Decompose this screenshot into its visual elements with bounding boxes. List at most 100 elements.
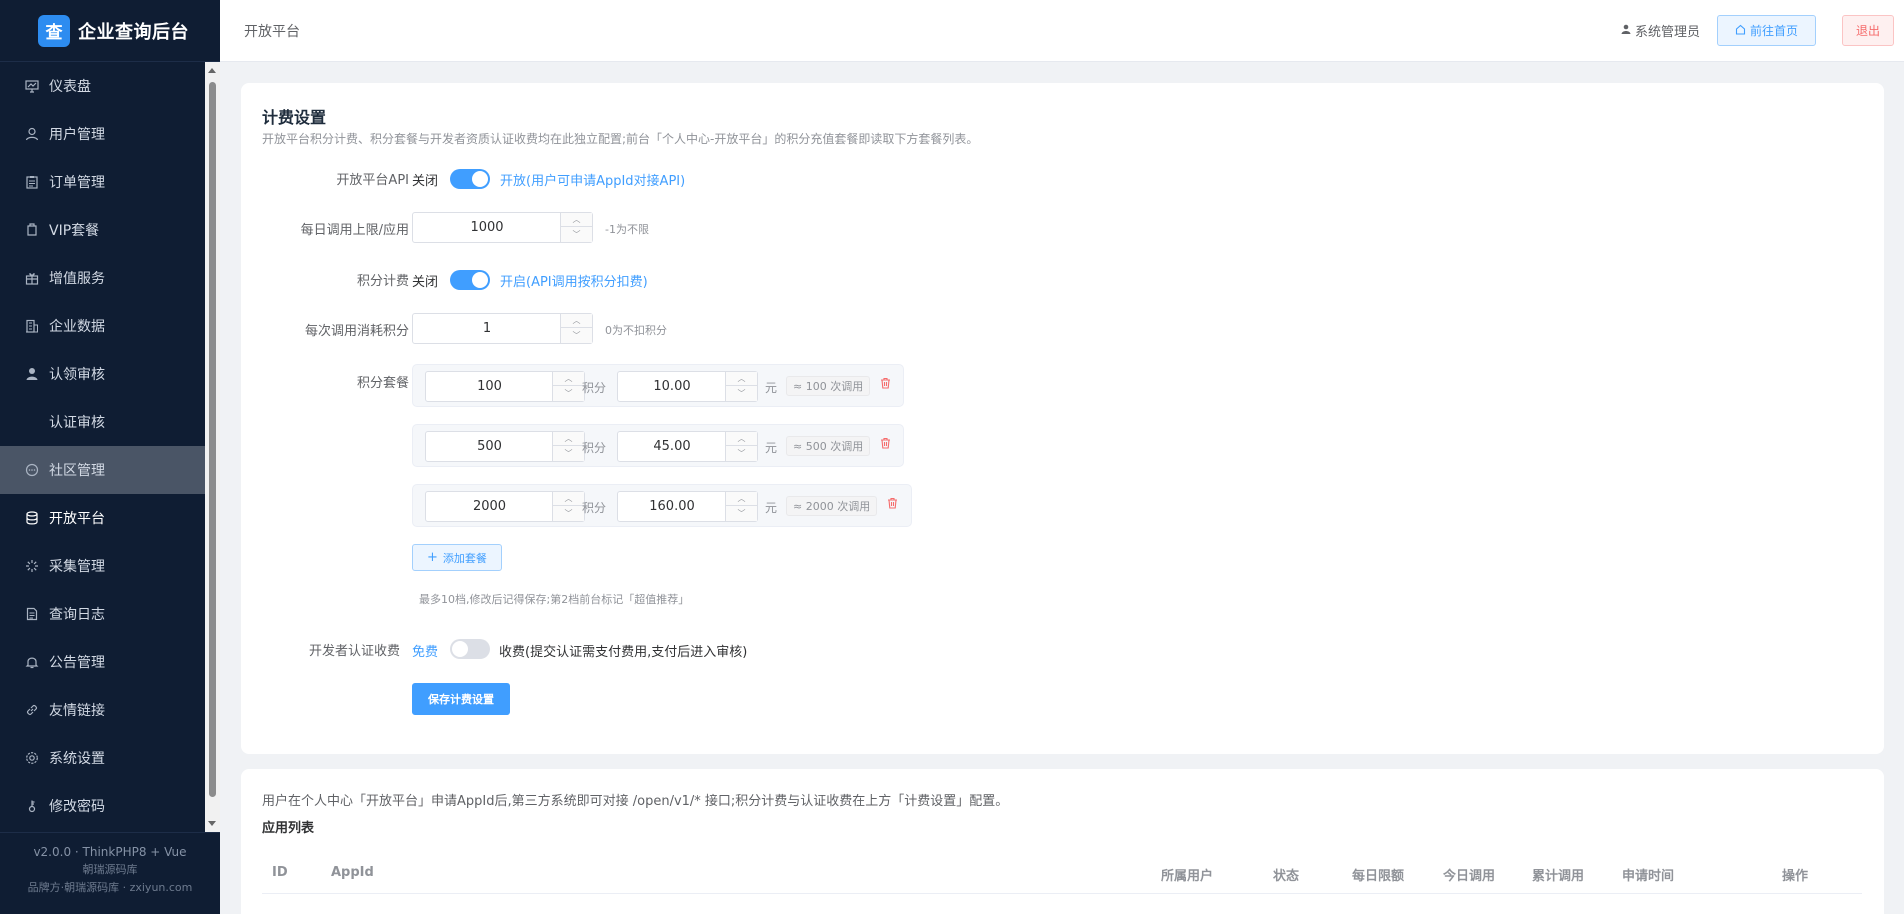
package-price-input[interactable]: 45.00 ︿ ﹀ xyxy=(617,431,758,462)
sidebar-item-label: 认证审核 xyxy=(49,415,105,431)
brand-title: 企业查询后台 xyxy=(78,21,189,43)
package-points-input[interactable]: 2000 ︿ ﹀ xyxy=(425,491,585,522)
column-header-id[interactable]: ID xyxy=(272,865,288,880)
dev-cert-switch[interactable] xyxy=(450,639,490,659)
switch-knob xyxy=(472,171,488,187)
sidebar-item-cert-review[interactable]: 认证审核 xyxy=(0,398,205,446)
brand-logo: 查 xyxy=(38,14,70,47)
increment-icon[interactable]: ︿ xyxy=(726,432,757,446)
key-icon xyxy=(24,798,40,814)
daily-limit-input[interactable]: 1000 ︿ ﹀ xyxy=(412,212,593,243)
sidebar-item-claim-review[interactable]: 认领审核 xyxy=(0,350,205,398)
price-unit: 元 xyxy=(765,441,778,455)
sidebar-item-settings[interactable]: 系统设置 xyxy=(0,734,205,782)
scroll-down-arrow-icon[interactable] xyxy=(208,821,216,826)
stepper: ︿ ﹀ xyxy=(560,314,592,343)
increment-icon[interactable]: ︿ xyxy=(726,372,757,386)
column-header-today-calls[interactable]: 今日调用 xyxy=(1443,865,1495,884)
increment-icon[interactable]: ︿ xyxy=(561,213,592,227)
approx-calls-badge: ≈ 500 次调用 xyxy=(786,436,871,456)
breadcrumb: 开放平台 xyxy=(244,23,300,40)
decrement-icon[interactable]: ﹀ xyxy=(561,227,592,241)
decrement-icon[interactable]: ﹀ xyxy=(553,386,584,400)
dev-cert-label: 开发者认证收费 xyxy=(308,644,400,659)
sidebar-item-friend-links[interactable]: 友情链接 xyxy=(0,686,205,734)
sidebar-item-users[interactable]: 用户管理 xyxy=(0,110,205,158)
increment-icon[interactable]: ︿ xyxy=(553,372,584,386)
gear-icon xyxy=(24,750,40,766)
app-list-title: 应用列表 xyxy=(262,821,315,836)
increment-icon[interactable]: ︿ xyxy=(726,492,757,506)
save-billing-button[interactable]: 保存计费设置 xyxy=(412,683,510,715)
sidebar-item-announcements[interactable]: 公告管理 xyxy=(0,638,205,686)
package-price-input[interactable]: 10.00 ︿ ﹀ xyxy=(617,371,758,402)
building-icon xyxy=(24,318,40,334)
increment-icon[interactable]: ︿ xyxy=(553,492,584,506)
admin-user[interactable]: 系统管理员 xyxy=(1621,21,1700,40)
decrement-icon[interactable]: ﹀ xyxy=(726,446,757,460)
api-on-label: 开放(用户可申请AppId对接API) xyxy=(500,174,686,189)
package-row: 2000 ︿ ﹀ 积分 160.00 ︿ ﹀ 元 ≈ 2000 次调用 xyxy=(412,484,912,527)
decrement-icon[interactable]: ﹀ xyxy=(561,328,592,342)
document-icon xyxy=(24,606,40,622)
sidebar-item-change-password[interactable]: 修改密码 xyxy=(0,782,205,830)
sidebar-item-value-added[interactable]: 增值服务 xyxy=(0,254,205,302)
points-billing-off-label: 关闭 xyxy=(412,275,439,290)
package-price-input[interactable]: 160.00 ︿ ﹀ xyxy=(617,491,758,522)
increment-icon[interactable]: ︿ xyxy=(561,314,592,328)
logout-button[interactable]: 退出 xyxy=(1841,15,1894,46)
delete-icon[interactable] xyxy=(887,497,898,512)
package-points-input[interactable]: 500 ︿ ﹀ xyxy=(425,431,585,462)
add-package-button[interactable]: + 添加套餐 xyxy=(412,544,502,571)
sidebar-item-open-platform[interactable]: 开放平台 xyxy=(0,494,205,542)
vip-icon xyxy=(24,222,40,238)
per-call-input[interactable]: 1 ︿ ﹀ xyxy=(412,313,593,344)
scroll-thumb[interactable] xyxy=(209,82,216,797)
per-call-label: 每次调用消耗积分 xyxy=(304,324,409,339)
sidebar-item-label: 增值服务 xyxy=(49,271,105,287)
scroll-up-arrow-icon[interactable] xyxy=(208,68,216,73)
order-icon xyxy=(24,174,40,190)
points-billing-switch[interactable] xyxy=(450,270,490,290)
increment-icon[interactable]: ︿ xyxy=(553,432,584,446)
sidebar-menu: 仪表盘 用户管理 订单管理 VIP套餐 增值服务 企业数据 认领审核 认证审核 xyxy=(0,62,205,832)
footer-line: 朝瑞源码库 xyxy=(82,863,138,876)
sidebar-item-dashboard[interactable]: 仪表盘 xyxy=(0,62,205,110)
column-header-total-calls[interactable]: 累计调用 xyxy=(1532,865,1584,884)
user-check-icon xyxy=(24,366,40,382)
add-package-label: 添加套餐 xyxy=(442,551,487,565)
decrement-icon[interactable]: ﹀ xyxy=(726,506,757,520)
column-header-apply-time[interactable]: 申请时间 xyxy=(1622,865,1674,884)
brand[interactable]: 查 企业查询后台 xyxy=(0,0,220,62)
sidebar-item-community[interactable]: 社区管理 xyxy=(0,446,205,494)
sidebar-item-enterprise-data[interactable]: 企业数据 xyxy=(0,302,205,350)
sidebar-item-label: 企业数据 xyxy=(49,319,105,335)
stepper: ︿ ﹀ xyxy=(552,492,584,521)
home-button[interactable]: 前往首页 xyxy=(1716,15,1816,46)
dev-cert-charge-label: 收费(提交认证需支付费用,支付后进入审核) xyxy=(499,645,748,660)
footer-line: 品牌方·朝瑞源码库 · zxiyun.com xyxy=(27,881,193,894)
column-header-actions[interactable]: 操作 xyxy=(1782,865,1808,884)
delete-icon[interactable] xyxy=(880,437,891,452)
delete-icon[interactable] xyxy=(880,377,891,392)
daily-limit-label: 每日调用上限/应用 xyxy=(300,223,409,238)
sidebar-item-vip[interactable]: VIP套餐 xyxy=(0,206,205,254)
decrement-icon[interactable]: ﹀ xyxy=(553,506,584,520)
billing-title: 计费设置 xyxy=(262,108,327,127)
sidebar-item-label: VIP套餐 xyxy=(49,223,100,239)
column-header-daily-limit[interactable]: 每日限额 xyxy=(1352,865,1404,884)
link-icon xyxy=(24,702,40,718)
package-points-input[interactable]: 100 ︿ ﹀ xyxy=(425,371,585,402)
sidebar-item-collection[interactable]: 采集管理 xyxy=(0,542,205,590)
sidebar-item-label: 公告管理 xyxy=(49,655,105,671)
api-switch[interactable] xyxy=(450,169,490,189)
sidebar-item-query-log[interactable]: 查询日志 xyxy=(0,590,205,638)
decrement-icon[interactable]: ﹀ xyxy=(553,446,584,460)
billing-desc: 开放平台积分计费、积分套餐与开发者资质认证收费均在此独立配置;前台「个人中心-开… xyxy=(262,132,979,146)
column-header-appid[interactable]: AppId xyxy=(331,865,374,880)
column-header-status[interactable]: 状态 xyxy=(1273,865,1299,884)
sidebar-item-orders[interactable]: 订单管理 xyxy=(0,158,205,206)
column-header-owner[interactable]: 所属用户 xyxy=(1161,865,1213,884)
decrement-icon[interactable]: ﹀ xyxy=(726,386,757,400)
sidebar-scrollbar[interactable] xyxy=(205,62,220,832)
